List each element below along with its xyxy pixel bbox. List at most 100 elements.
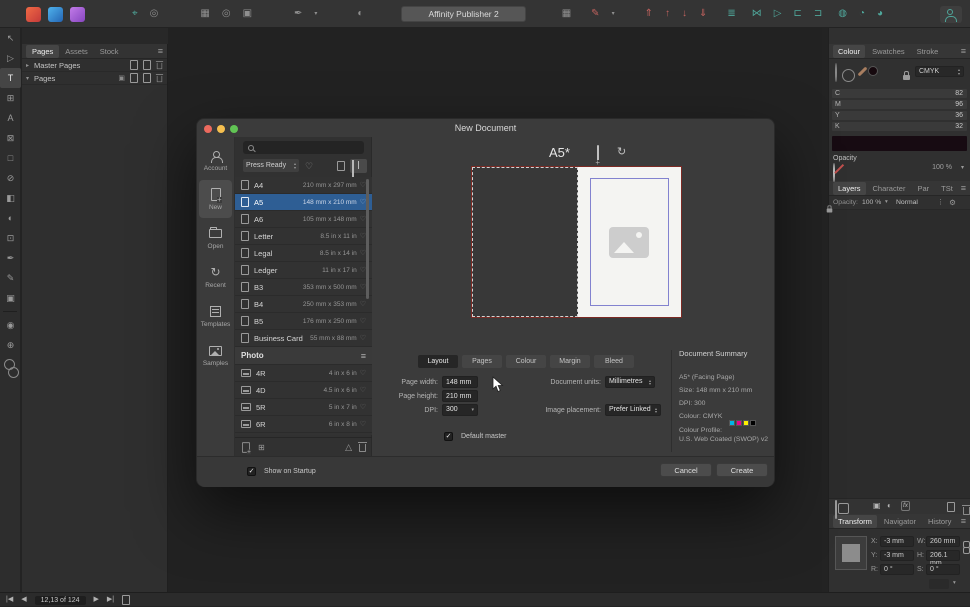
favourite-icon[interactable]: ♡ — [360, 317, 366, 325]
hardware-icon[interactable]: ▦ — [562, 0, 571, 28]
tab-text-styles[interactable]: TSt — [936, 182, 958, 195]
h-field[interactable]: 206.1 mm — [926, 550, 960, 567]
geometry-subtract-icon[interactable]: ◔ — [859, 0, 865, 28]
delete-page-icon[interactable] — [155, 74, 164, 83]
ruler-icon[interactable]: △ — [345, 442, 352, 453]
mask-layer-icon[interactable]: ▣ — [873, 501, 881, 510]
blend-mode-select[interactable]: Normal — [896, 199, 918, 206]
snapping-icon[interactable]: ⌖ — [132, 0, 138, 28]
move-forward-icon[interactable]: ↑ — [665, 0, 670, 28]
sidebar-item-recent[interactable]: ↻ Recent — [199, 258, 232, 296]
current-colour-swatch[interactable] — [868, 66, 878, 76]
duplicate-page-icon[interactable] — [143, 60, 151, 70]
insert-inside-icon[interactable]: ⊏ — [793, 0, 801, 28]
favourites-filter-icon[interactable]: ♡ — [305, 161, 313, 172]
document-units-select[interactable]: Millimetres ▴ ▾ — [605, 376, 655, 388]
colour-selector-icon[interactable] — [0, 355, 20, 385]
ellipse-frame-tool-icon[interactable]: ⊘ — [0, 168, 21, 188]
tab-layers[interactable]: Layers — [833, 181, 866, 195]
transform-option-button[interactable] — [929, 579, 949, 589]
layer-settings-gear-icon[interactable]: ⚙ — [949, 198, 956, 207]
tab-colour[interactable]: Colour — [833, 44, 866, 58]
transform-panel-menu-icon[interactable]: ≡ — [961, 516, 966, 526]
preset-row-partial[interactable] — [235, 433, 372, 435]
tab-bleed[interactable]: Bleed — [594, 355, 634, 368]
black-slider[interactable]: K 32 — [832, 122, 967, 131]
save-preset-icon[interactable] — [597, 145, 599, 164]
preset-row-ledger[interactable]: Ledger 11 in x 17 in ♡ — [235, 262, 372, 279]
node-tool-icon[interactable]: ▷ — [0, 48, 21, 68]
pen-preset-icon[interactable]: ✒ — [294, 0, 302, 28]
view-tool-icon[interactable]: ◉ — [0, 315, 21, 335]
opacity-value[interactable]: 100 % — [932, 164, 952, 171]
sidebar-item-samples[interactable]: Samples — [199, 336, 232, 374]
image-placement-select[interactable]: Prefer Linked ▴ ▾ — [605, 404, 661, 416]
publisher-app-icon[interactable] — [26, 6, 41, 22]
tab-character[interactable]: Character — [868, 182, 911, 195]
photo-app-icon[interactable] — [48, 6, 63, 22]
no-colour-icon[interactable] — [833, 163, 835, 182]
delete-preset-icon[interactable] — [358, 442, 367, 452]
picture-frame-tool-icon[interactable]: ⊠ — [0, 128, 21, 148]
tab-navigator[interactable]: Navigator — [879, 515, 921, 528]
pencil-tool-icon[interactable]: ✎ — [0, 268, 21, 288]
preset-row-6r[interactable]: 6R 6 in x 8 in ♡ — [235, 416, 372, 433]
insert-behind-icon[interactable]: ⊐ — [814, 0, 822, 28]
anchor-selector[interactable] — [835, 536, 867, 570]
link-icon[interactable]: ◐ — [357, 0, 363, 28]
artistic-text-tool-icon[interactable]: A — [0, 108, 21, 128]
margins-icon[interactable]: ▣ — [243, 0, 252, 28]
previous-page-button[interactable]: ◀ — [21, 593, 26, 607]
delete-layer-icon[interactable] — [962, 505, 970, 515]
master-pages-row[interactable]: ▸ Master Pages — [22, 59, 167, 72]
section-menu-icon[interactable]: ≡ — [361, 351, 366, 361]
yellow-slider[interactable]: Y 36 — [832, 111, 967, 120]
page-indicator[interactable]: 12,13 of 124 — [34, 595, 86, 605]
favourite-icon[interactable]: ♡ — [360, 420, 366, 428]
tab-pages[interactable]: Pages — [26, 44, 60, 58]
style-pen-icon[interactable]: ✎ — [591, 0, 599, 28]
w-field[interactable]: 260 mm — [926, 536, 960, 547]
colour-mode-select[interactable]: CMYK ▴ ▾ — [915, 66, 964, 77]
tab-dialog-colour[interactable]: Colour — [506, 355, 546, 368]
tab-margin[interactable]: Margin — [550, 355, 590, 368]
category-dropdown[interactable]: Press Ready ▴ ▾ — [243, 159, 299, 172]
tab-layout[interactable]: Layout — [418, 355, 458, 368]
reset-icon[interactable]: ↻ — [617, 145, 626, 158]
preset-row-4r[interactable]: 4R 4 in x 6 in ♡ — [235, 365, 372, 382]
panel-menu-icon[interactable]: ≡ — [158, 46, 163, 56]
geometry-intersect-icon[interactable]: ◕ — [877, 0, 883, 28]
add-preset-icon[interactable] — [242, 441, 251, 454]
favourite-icon[interactable]: ♡ — [360, 369, 366, 377]
next-page-button[interactable]: ▶ — [94, 593, 99, 607]
tab-stroke[interactable]: Stroke — [912, 45, 944, 58]
table-tool-icon[interactable]: ⊞ — [0, 88, 21, 108]
first-page-button[interactable]: |◀ — [6, 593, 13, 607]
fill-tool-icon[interactable]: ◧ — [0, 188, 21, 208]
colour-wheel-icon[interactable] — [835, 63, 837, 82]
layer-opacity-value[interactable]: 100 % — [862, 199, 881, 206]
tab-paragraph[interactable]: Par — [912, 182, 934, 195]
delete-page-icon[interactable] — [155, 61, 164, 70]
preset-row-b3[interactable]: B3 353 mm x 500 mm ♡ — [235, 279, 372, 296]
colour-picker-tool-icon[interactable]: ▣ — [0, 288, 21, 308]
preset-row-a6[interactable]: A6 105 mm x 148 mm ♡ — [235, 211, 372, 228]
create-button[interactable]: Create — [716, 463, 768, 477]
move-to-back-icon[interactable]: ⇓ — [699, 0, 707, 28]
list-scrollbar[interactable] — [366, 179, 369, 299]
last-page-button[interactable]: ▶| — [107, 593, 114, 607]
favourite-icon[interactable]: ♡ — [360, 300, 366, 308]
page-view-icon[interactable] — [122, 595, 131, 605]
preset-view-icon[interactable] — [337, 161, 345, 171]
frame-text-tool-icon[interactable]: T — [0, 68, 21, 88]
move-to-front-icon[interactable]: ⇑ — [645, 0, 653, 28]
flip-horizontal-icon[interactable]: ⋈ — [752, 0, 762, 28]
shape-tool-icon[interactable]: □ — [0, 148, 21, 168]
lock-icon[interactable] — [903, 71, 910, 80]
tab-dialog-pages[interactable]: Pages — [462, 355, 502, 368]
disclosure-icon[interactable]: ▾ — [26, 75, 34, 82]
layers-panel-menu-icon[interactable]: ≡ — [961, 183, 966, 193]
magenta-slider[interactable]: M 96 — [832, 100, 967, 109]
layers-list[interactable] — [829, 210, 970, 498]
link-layers-icon[interactable] — [835, 500, 837, 519]
